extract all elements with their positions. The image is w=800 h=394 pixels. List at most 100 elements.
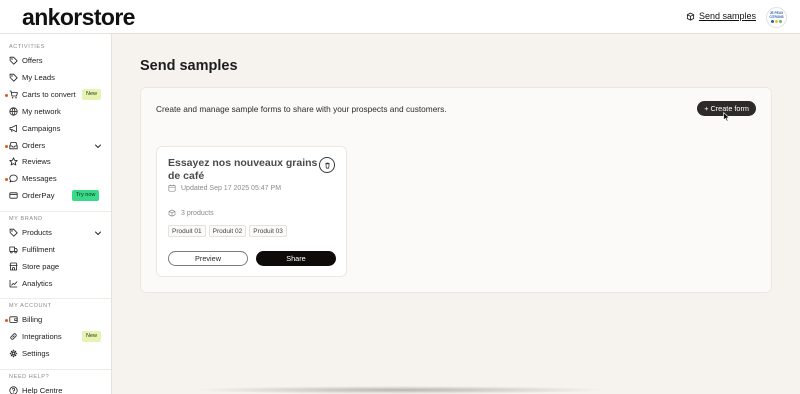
sidebar-item-label: Products [22, 228, 52, 237]
cart-icon [9, 90, 18, 99]
inbox-icon [9, 141, 18, 149]
page-title: Send samples [140, 58, 238, 74]
send-samples-link-label: Send samples [698, 11, 756, 21]
sidebar-section-title: NEED HELP? [9, 374, 50, 380]
tag-icon [9, 228, 18, 237]
top-bar: ankorstore Send samples JE PEUX CITRONS [0, 0, 800, 34]
sidebar-item-fulfilment[interactable]: Fulfilment [0, 242, 111, 258]
sidebar-item-label: My network [22, 106, 61, 116]
sidebar-item-analytics[interactable]: Analytics [0, 276, 111, 292]
sidebar-item-carts-to-convert[interactable]: Carts to convert New [0, 87, 111, 103]
sidebar-item-billing[interactable]: Billing [0, 312, 111, 328]
sidebar-item-label: Help Centre [22, 386, 63, 394]
sidebar-item-label: Integrations [22, 331, 62, 341]
chevron-down-icon[interactable] [94, 142, 102, 150]
globe-icon [9, 107, 18, 116]
trash-icon [324, 162, 330, 168]
bottom-shadow [190, 386, 610, 394]
sample-form-title: Essayez nos nouveaux grains de café [168, 157, 318, 182]
product-chip: Produit 01 [168, 225, 206, 237]
sample-form-card[interactable]: Essayez nos nouveaux grains de café Upda… [156, 146, 347, 277]
sidebar-item-settings[interactable]: Settings [0, 346, 111, 362]
megaphone-icon [9, 124, 17, 132]
sample-forms-panel: Create and manage sample forms to share … [140, 87, 772, 293]
card-icon [9, 192, 18, 199]
sidebar-item-label: Store page [22, 261, 60, 271]
product-chip: Produit 03 [249, 225, 287, 237]
sidebar-item-label: Billing [22, 315, 43, 324]
sidebar-badge: New [82, 330, 102, 342]
sidebar-item-label: Messages [22, 174, 57, 184]
tag-icon [9, 56, 18, 65]
sidebar-item-offers[interactable]: Offers [0, 53, 111, 69]
panel-description: Create and manage sample forms to share … [156, 104, 447, 114]
ankorstore-logo[interactable]: ankorstore [22, 4, 135, 31]
sidebar-section-title: MY ACCOUNT [9, 303, 52, 309]
product-count-meta: 3 products [168, 209, 214, 217]
sidebar-item-help-centre[interactable]: Help Centre [0, 383, 111, 394]
sidebar-item-label: OrderPay [22, 191, 55, 201]
sidebar-item-my-network[interactable]: My network [0, 104, 111, 120]
tag-icon [9, 73, 18, 82]
sidebar-item-integrations[interactable]: Integrations New [0, 329, 111, 345]
sidebar-section-title: MY BRAND [9, 216, 43, 222]
notification-dot [5, 319, 8, 322]
gear-icon [9, 349, 18, 357]
avatar-text-line: CITRONS [769, 14, 784, 19]
sidebar-item-campaigns[interactable]: Campaigns [0, 121, 111, 137]
preview-button[interactable]: Preview [168, 251, 248, 266]
delete-form-button[interactable] [319, 157, 335, 173]
sidebar-item-label: Orders [22, 140, 46, 150]
sidebar-badge: Try now [72, 190, 100, 202]
sidebar-item-label: Reviews [22, 157, 51, 167]
notification-dot [5, 178, 8, 182]
sidebar-item-orderpay[interactable]: OrderPay Try now [0, 188, 111, 204]
share-button[interactable]: Share [256, 251, 336, 266]
product-count: 3 products [181, 209, 214, 217]
truck-icon [9, 246, 18, 254]
chevron-down-icon[interactable] [94, 229, 102, 237]
sidebar-divider [0, 369, 111, 370]
help-icon [9, 386, 18, 394]
avatar[interactable]: JE PEUX CITRONS [766, 7, 787, 28]
updated-date: Updated Sep 17 2025 05:47 PM [181, 184, 282, 192]
sidebar-item-label: Fulfilment [22, 244, 55, 254]
sidebar-item-my-leads[interactable]: My Leads [0, 70, 111, 86]
sidebar-item-label: Campaigns [22, 123, 61, 133]
chat-icon [9, 174, 18, 183]
sidebar-divider [0, 298, 111, 299]
sidebar-item-store-page[interactable]: Store page [0, 259, 111, 275]
product-chip: Produit 02 [208, 225, 247, 237]
notification-dot [5, 144, 8, 148]
sidebar-item-messages[interactable]: Messages [0, 171, 111, 187]
sidebar-item-label: My Leads [22, 72, 55, 82]
sidebar-divider [0, 211, 111, 212]
link-icon [10, 333, 17, 340]
mouse-cursor-icon [723, 112, 730, 122]
sidebar-badge: New [82, 88, 102, 100]
box-icon [686, 12, 695, 21]
chart-icon [9, 279, 18, 288]
avatar-dots [771, 20, 782, 24]
sidebar-item-orders[interactable]: Orders [0, 138, 111, 154]
calendar-icon [168, 184, 176, 192]
send-samples-link[interactable]: Send samples [686, 11, 756, 21]
store-icon [9, 262, 18, 271]
sidebar-item-reviews[interactable]: Reviews [0, 154, 111, 170]
notification-dot [5, 93, 8, 97]
sidebar-item-label: Carts to convert [22, 89, 76, 99]
avatar-dot [775, 20, 778, 24]
avatar-dot [771, 20, 774, 24]
sidebar-section-title: ACTIVITIES [9, 44, 45, 50]
avatar-dot [779, 20, 782, 24]
sidebar-item-label: Offers [22, 56, 43, 65]
sidebar-item-label: Analytics [22, 278, 53, 288]
sidebar-item-label: Settings [22, 348, 50, 358]
updated-meta: Updated Sep 17 2025 05:47 PM [168, 184, 281, 192]
wallet-icon [9, 316, 18, 323]
box-icon [168, 209, 176, 217]
sidebar-item-products[interactable]: Products [0, 225, 111, 241]
product-chip-list: Produit 01 Produit 02 Produit 03 [168, 225, 287, 237]
sidebar: ACTIVITIES Offers My Leads Carts to convert… [0, 34, 112, 394]
star-icon [9, 157, 18, 166]
